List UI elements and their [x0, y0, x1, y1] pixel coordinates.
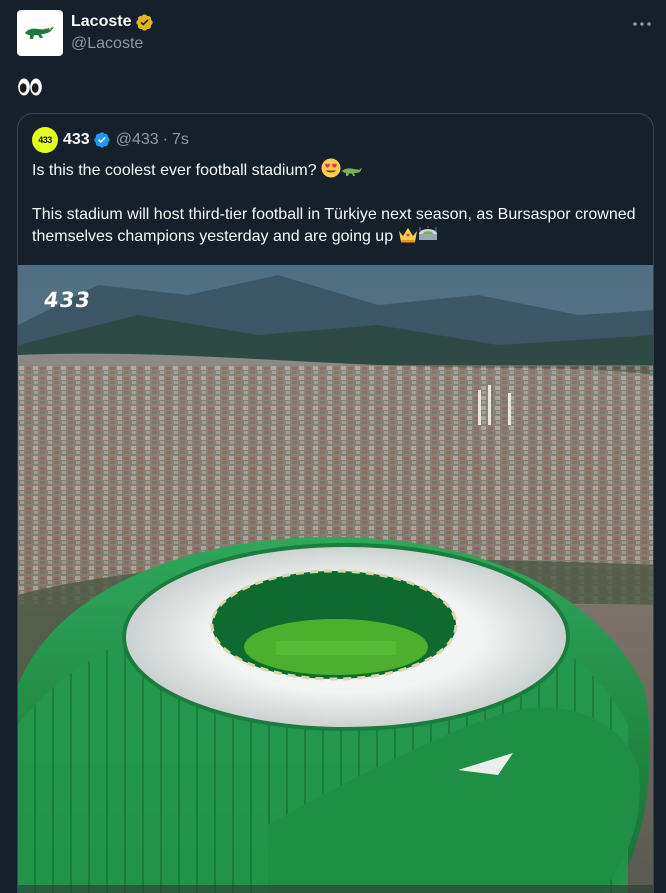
verified-badge-icon[interactable]	[135, 13, 154, 32]
tweet-text	[17, 74, 43, 98]
eyes-emoji-icon	[18, 78, 42, 96]
stadium-emoji-icon	[418, 226, 437, 240]
tweet: Lacoste @Lacoste 433 433 @433 · 7s Is th…	[0, 0, 666, 893]
verified-badge-icon[interactable]	[93, 131, 111, 149]
more-options-button[interactable]	[632, 14, 652, 34]
quoted-media-image[interactable]: 433	[18, 265, 653, 893]
quoted-tweet-header: 433 433 @433 · 7s	[32, 127, 189, 153]
heart-eyes-emoji-icon	[321, 158, 341, 178]
quoted-timestamp[interactable]: 7s	[172, 131, 189, 149]
media-watermark: 433	[42, 288, 93, 312]
stadium-photo	[18, 265, 653, 893]
quoted-text-line-2: This stadium will host third-tier footba…	[32, 204, 642, 248]
quoted-text-line-1-content: Is this the coolest ever football stadiu…	[32, 162, 317, 179]
quoted-tweet-text: Is this the coolest ever football stadiu…	[32, 158, 642, 248]
crown-emoji-icon	[398, 228, 417, 243]
author-info: Lacoste @Lacoste	[71, 11, 154, 53]
quoted-tweet[interactable]: 433 433 @433 · 7s Is this the coolest ev…	[17, 113, 654, 893]
quoted-author-handle[interactable]: @433	[116, 131, 159, 149]
lacoste-avatar[interactable]	[17, 10, 63, 56]
quoted-author-name[interactable]: 433	[63, 131, 90, 149]
quoted-author-avatar[interactable]: 433	[32, 127, 58, 153]
time-separator: ·	[162, 131, 168, 148]
quoted-text-line-2-content: This stadium will host third-tier footba…	[32, 206, 636, 245]
author-name-row: Lacoste	[71, 11, 154, 33]
more-dots-icon	[633, 22, 651, 26]
crocodile-logo-icon	[25, 27, 54, 39]
author-display-name[interactable]: Lacoste	[71, 13, 131, 31]
author-handle[interactable]: @Lacoste	[71, 35, 154, 53]
crocodile-emoji-icon	[342, 168, 363, 176]
quoted-text-line-1: Is this the coolest ever football stadiu…	[32, 158, 642, 182]
